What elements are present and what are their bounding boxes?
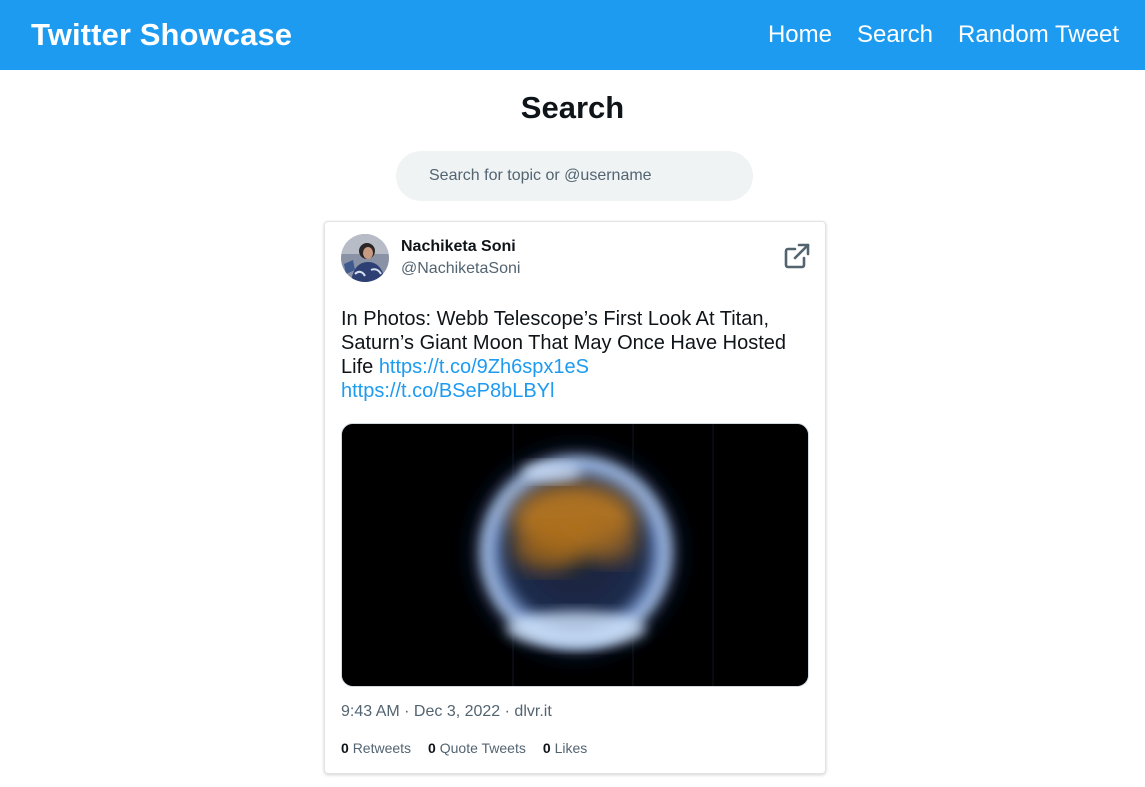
search-bar (396, 151, 753, 201)
avatar[interactable] (341, 234, 389, 282)
tweet-media-image[interactable] (341, 423, 809, 687)
author-name[interactable]: Nachiketa Soni (401, 238, 516, 256)
retweets-count[interactable]: 0 Retweets (341, 740, 411, 756)
external-link-icon[interactable] (783, 242, 811, 270)
search-input[interactable] (396, 151, 753, 201)
nav-link-search[interactable]: Search (857, 21, 933, 49)
nav-link-home[interactable]: Home (768, 21, 832, 49)
tweet-stats: 0 Retweets 0 Quote Tweets 0 Likes (341, 740, 604, 756)
quote-tweets-count[interactable]: 0 Quote Tweets (428, 740, 526, 756)
page-title: Search (520, 90, 625, 125)
tweet-card: Nachiketa Soni @NachiketaSoni In Photos:… (324, 221, 826, 774)
brand-title[interactable]: Twitter Showcase (31, 17, 292, 53)
author-handle[interactable]: @NachiketaSoni (401, 260, 520, 278)
navbar: Twitter Showcase Home Search Random Twee… (0, 0, 1145, 70)
nav-links: Home Search Random Tweet (743, 21, 1119, 49)
nav-link-random-tweet[interactable]: Random Tweet (958, 21, 1119, 49)
tweet-link-2[interactable]: https://t.co/BSeP8bLBYl (341, 380, 554, 402)
tweet-link-1[interactable]: https://t.co/9Zh6spx1eS (379, 356, 589, 378)
likes-count[interactable]: 0 Likes (543, 740, 587, 756)
tweet-text: In Photos: Webb Telescope’s First Look A… (341, 307, 811, 403)
tweet-timestamp: 9:43 AM · Dec 3, 2022 · dlvr.it (341, 703, 552, 720)
